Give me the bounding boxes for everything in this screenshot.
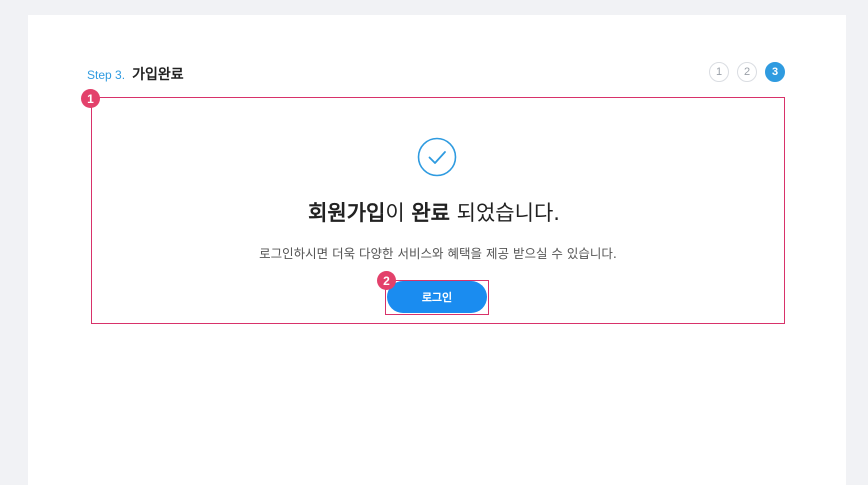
step-header: Step 3. 가입완료 xyxy=(87,64,184,84)
annotation-marker-1: 1 xyxy=(81,89,100,108)
step-title: 가입완료 xyxy=(132,67,184,83)
completion-headline: 회원가입이 완료 되었습니다. xyxy=(0,197,868,227)
step-label: Step 3. xyxy=(87,68,126,82)
step-dot-3-active: 3 xyxy=(765,62,785,82)
check-circle-icon xyxy=(417,137,457,177)
annotation-marker-2: 2 xyxy=(377,271,396,290)
headline-complete: 완료 xyxy=(411,201,450,225)
headline-ending: 되었습니다. xyxy=(449,201,560,225)
headline-signup: 회원가입 xyxy=(308,201,386,225)
step-indicator: 1 2 3 xyxy=(709,62,785,82)
step-dot-1: 1 xyxy=(709,62,729,82)
step-dot-2: 2 xyxy=(737,62,757,82)
completion-subtext: 로그인하시면 더욱 다양한 서비스와 혜택을 제공 받으실 수 있습니다. xyxy=(259,246,617,261)
headline-particle: 이 xyxy=(385,201,412,225)
login-button[interactable]: 로그인 xyxy=(387,281,487,313)
